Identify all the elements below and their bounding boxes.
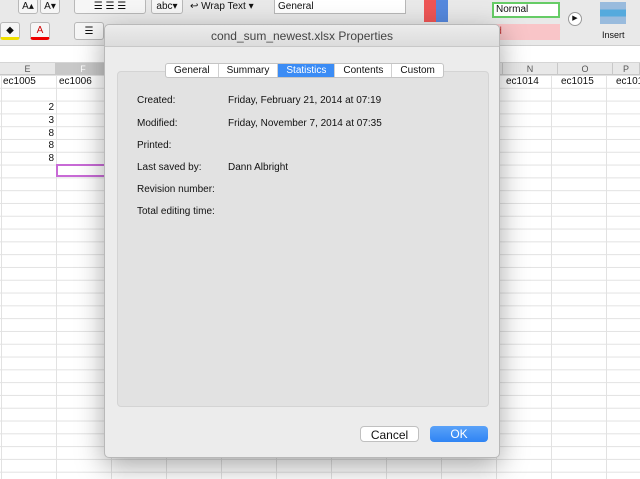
- cell[interactable]: ec1005: [3, 75, 36, 88]
- dialog-title: cond_sum_newest.xlsx Properties: [105, 25, 499, 47]
- fill-color-icon[interactable]: ◆: [0, 22, 20, 40]
- wrap-text-label: Wrap Text: [201, 1, 246, 12]
- ok-button[interactable]: OK: [430, 426, 488, 442]
- cell[interactable]: ec1014: [506, 75, 539, 88]
- wrap-text-icon: ↩: [190, 1, 202, 12]
- align-left-icon[interactable]: ☰: [74, 22, 104, 40]
- created-value: Friday, February 21, 2014 at 07:19: [228, 95, 382, 106]
- modified-value: Friday, November 7, 2014 at 07:35: [228, 118, 382, 129]
- cell[interactable]: 2: [40, 101, 54, 114]
- orientation-button[interactable]: abc ▾: [151, 0, 183, 14]
- conditional-formatting-icon[interactable]: [424, 0, 448, 22]
- alignment-buttons[interactable]: ☰ ☰ ☰: [74, 0, 146, 14]
- style-bad[interactable]: Bad: [492, 24, 560, 40]
- cell[interactable]: 8: [40, 152, 54, 165]
- cell[interactable]: ec1015: [561, 75, 594, 88]
- font-grow-button[interactable]: A ▴: [18, 0, 38, 14]
- tab-summary[interactable]: Summary: [219, 64, 279, 77]
- cancel-button[interactable]: Cancel: [360, 426, 419, 442]
- font-grow-label: A: [22, 0, 29, 12]
- insert-label[interactable]: Insert: [602, 30, 625, 40]
- styles-more-button[interactable]: ▶: [568, 12, 582, 26]
- tab-custom[interactable]: Custom: [392, 64, 442, 77]
- insert-cells-icon[interactable]: [600, 2, 626, 24]
- column-header-n[interactable]: N: [503, 63, 558, 75]
- last-saved-value: Dann Albright: [228, 162, 289, 173]
- tab-contents[interactable]: Contents: [335, 64, 393, 77]
- modified-label: Modified:: [137, 118, 178, 129]
- tab-general[interactable]: General: [166, 64, 219, 77]
- font-color-icon[interactable]: A: [30, 22, 50, 40]
- abc-label: abc: [156, 0, 173, 12]
- style-normal[interactable]: Normal: [492, 2, 560, 18]
- cell[interactable]: ec101: [616, 75, 640, 88]
- font-shrink-label: A: [44, 0, 51, 12]
- last-saved-label: Last saved by:: [137, 162, 202, 173]
- wrap-text-button[interactable]: ↩ Wrap Text ▾: [190, 1, 254, 12]
- font-shrink-button[interactable]: A ▾: [40, 0, 60, 14]
- column-header-p[interactable]: P: [613, 63, 640, 75]
- revision-label: Revision number:: [137, 184, 215, 195]
- tab-statistics[interactable]: Statistics: [278, 64, 336, 77]
- column-header-e[interactable]: E: [0, 63, 56, 75]
- column-header-f[interactable]: F: [56, 63, 111, 75]
- printed-label: Printed:: [137, 140, 172, 151]
- cell[interactable]: 8: [40, 139, 54, 152]
- editing-time-label: Total editing time:: [137, 206, 215, 217]
- column-header-o[interactable]: O: [558, 63, 613, 75]
- tab-bar: General Summary Statistics Contents Cust…: [165, 63, 444, 78]
- selected-cell[interactable]: [56, 164, 106, 177]
- cell[interactable]: ec1006: [59, 75, 92, 88]
- cell[interactable]: 3: [40, 114, 54, 127]
- number-format-select[interactable]: General: [274, 0, 406, 14]
- created-label: Created:: [137, 95, 176, 106]
- properties-dialog: cond_sum_newest.xlsx Properties General …: [104, 24, 500, 458]
